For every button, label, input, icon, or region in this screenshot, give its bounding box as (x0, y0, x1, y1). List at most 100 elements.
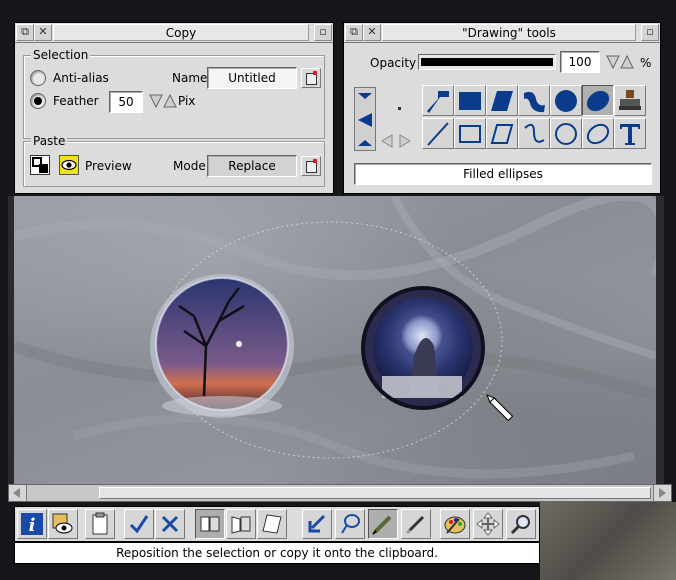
accept-button[interactable] (124, 509, 154, 539)
filled-curve-icon (524, 91, 545, 113)
copy-window-titlebar[interactable]: ⧉ ✕ Copy ▫ (15, 23, 333, 43)
copy-mode-1-button[interactable] (195, 509, 225, 539)
circle-icon (555, 123, 577, 145)
info-button[interactable]: i (17, 509, 47, 539)
filled-rectangle-icon (459, 92, 481, 110)
view-icon (52, 513, 73, 534)
rectangle-tool[interactable] (454, 118, 486, 149)
pencil-button[interactable] (368, 509, 398, 539)
stamp-icon (619, 90, 641, 110)
scroll-right-icon[interactable] (653, 485, 671, 501)
corner-arrow-icon[interactable] (355, 89, 375, 109)
anti-alias-label[interactable]: Anti-alias (53, 71, 109, 85)
toggle-size-icon[interactable]: ▫ (641, 24, 659, 41)
selection-group-label: Selection (31, 48, 91, 62)
drawing-window-title[interactable]: "Drawing" tools (382, 24, 636, 41)
filled-ellipse-icon (586, 90, 610, 112)
opacity-label: Opacity (370, 56, 417, 70)
filled-curve-tool[interactable] (518, 85, 550, 116)
lasso-icon (341, 514, 360, 534)
copy-mode-3-icon (262, 514, 282, 534)
feather-label[interactable]: Feather (53, 94, 99, 108)
tool-side-panel (354, 87, 376, 151)
scroll-left-icon[interactable] (9, 485, 27, 501)
corner-arrow-icon[interactable] (355, 110, 375, 130)
opacity-slider[interactable] (418, 54, 556, 70)
arrow-icon (308, 514, 326, 533)
parallelogram-icon (490, 124, 514, 144)
line-icon (427, 122, 449, 146)
clipboard-icon (92, 512, 108, 535)
mode-menu-button[interactable] (301, 156, 321, 176)
feather-decrement-icon[interactable] (149, 93, 163, 109)
opacity-slider-fill (421, 58, 553, 66)
filled-line-icon (427, 91, 449, 113)
paste-group-label: Paste (31, 134, 68, 148)
close-icon[interactable]: ✕ (363, 24, 381, 41)
filled-line-tool[interactable] (422, 85, 454, 116)
scroll-thumb[interactable] (99, 487, 651, 499)
preview-toggle[interactable] (59, 155, 79, 175)
cancel-button[interactable] (155, 509, 185, 539)
feather-value-field[interactable]: 50 (109, 91, 143, 113)
toggle-size-icon[interactable]: ▫ (314, 24, 332, 41)
filled-circle-tool[interactable] (550, 85, 582, 116)
cross-icon (161, 515, 179, 533)
stamp-tool[interactable] (614, 85, 646, 116)
info-icon: i (21, 513, 43, 536)
move-button[interactable] (473, 509, 503, 539)
brush-icon (405, 515, 425, 535)
anti-alias-radio[interactable] (30, 70, 46, 86)
text-tool[interactable] (614, 118, 646, 149)
filled-ellipse-tool[interactable] (582, 85, 614, 116)
mode-field[interactable]: Replace (207, 155, 297, 177)
bottom-toolbar: i (14, 506, 540, 542)
opacity-increment-icon[interactable] (620, 54, 634, 70)
canvas-right-edge (656, 196, 664, 484)
circle-tool[interactable] (550, 118, 582, 149)
opacity-decrement-icon[interactable] (606, 54, 620, 70)
back-icon[interactable]: ⧉ (16, 24, 34, 41)
magnifier-icon (510, 515, 530, 535)
parallelogram-tool[interactable] (486, 118, 518, 149)
name-menu-button[interactable] (301, 68, 321, 88)
close-icon[interactable]: ✕ (34, 24, 52, 41)
previous-arrow-icon[interactable] (380, 133, 394, 149)
view-button[interactable] (48, 509, 78, 539)
rectangle-icon (459, 125, 481, 143)
drawing-tools-window: ⧉ ✕ "Drawing" tools ▫ Opacity 100 % Fill… (343, 22, 661, 194)
copy-mode-2-button[interactable] (226, 509, 256, 539)
feather-increment-icon[interactable] (163, 93, 177, 109)
preview-label[interactable]: Preview (85, 159, 132, 173)
pencil-icon (372, 515, 392, 535)
arrow-button[interactable] (302, 509, 332, 539)
back-icon[interactable]: ⧉ (345, 24, 363, 41)
ellipse-tool[interactable] (582, 118, 614, 149)
text-icon (620, 124, 640, 145)
filled-rectangle-tool[interactable] (454, 85, 486, 116)
curve-tool[interactable] (518, 118, 550, 149)
magnifier-button[interactable] (506, 509, 536, 539)
horizontal-scrollbar[interactable] (8, 484, 672, 502)
copy-window-title[interactable]: Copy (53, 24, 309, 41)
opacity-value-field[interactable]: 100 (560, 51, 600, 73)
toolbar-status-bar: Reposition the selection or copy it onto… (14, 542, 540, 564)
drawing-window-titlebar[interactable]: ⧉ ✕ "Drawing" tools ▫ (344, 23, 660, 43)
palette-icon (444, 516, 466, 534)
name-field[interactable]: Untitled (207, 67, 297, 89)
brush-button[interactable] (401, 509, 431, 539)
clipboard-button[interactable] (85, 509, 115, 539)
lasso-button[interactable] (335, 509, 365, 539)
next-arrow-icon[interactable] (398, 133, 412, 149)
filled-parallelogram-tool[interactable] (486, 85, 518, 116)
palette-button[interactable] (440, 509, 470, 539)
paste-layer-icon[interactable] (30, 155, 50, 175)
curve-icon (524, 123, 545, 143)
move-icon (476, 512, 500, 536)
corner-arrow-icon[interactable] (355, 130, 375, 150)
image-canvas[interactable] (14, 196, 656, 484)
name-label: Name (172, 71, 208, 85)
copy-mode-3-button[interactable] (257, 509, 287, 539)
feather-radio[interactable] (30, 93, 46, 109)
line-tool[interactable] (422, 118, 454, 149)
